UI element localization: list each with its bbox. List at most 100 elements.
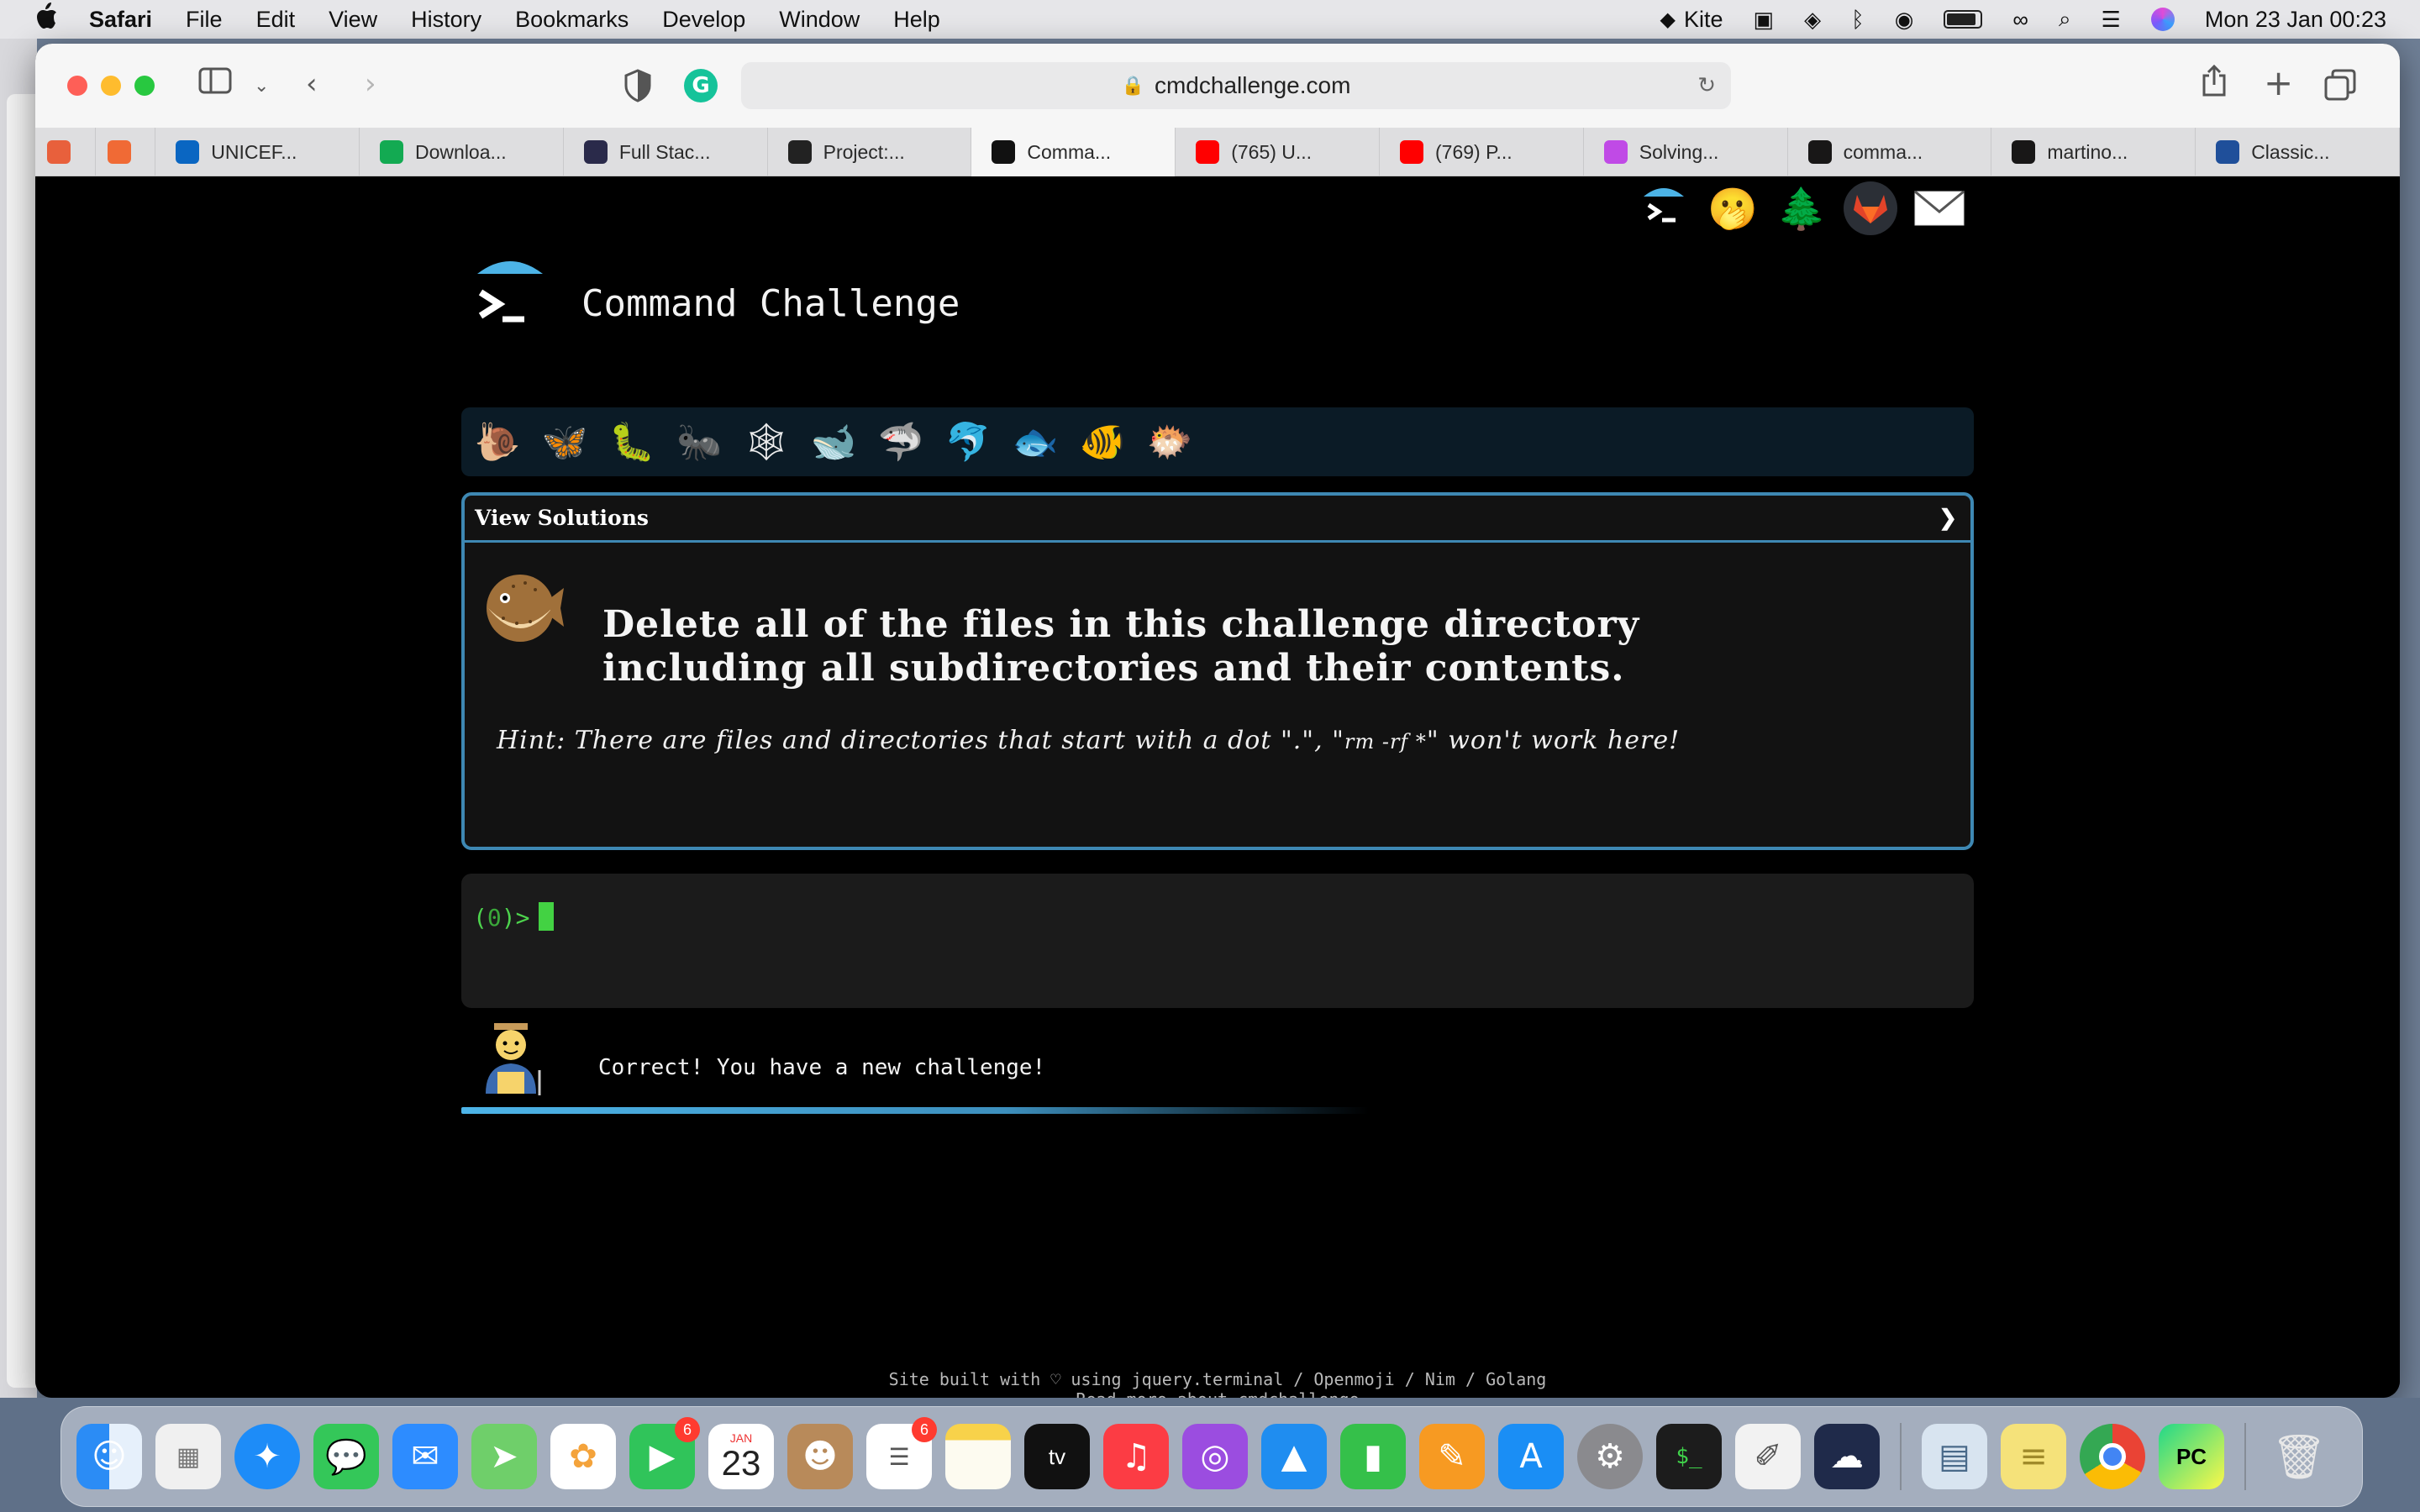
- pages-icon[interactable]: ✎: [1419, 1424, 1485, 1489]
- messages-icon[interactable]: 💬: [313, 1424, 379, 1489]
- share-icon[interactable]: [2202, 64, 2227, 105]
- user-account-icon[interactable]: ◉: [1895, 7, 1914, 33]
- photos-icon[interactable]: ✿: [550, 1424, 616, 1489]
- numbers-icon[interactable]: ▮: [1340, 1424, 1406, 1489]
- screen-share-icon[interactable]: ▣: [1754, 7, 1775, 33]
- fullscreen-window-button[interactable]: [134, 76, 155, 96]
- menu-help[interactable]: Help: [893, 7, 940, 33]
- pycharm-icon[interactable]: PC: [2159, 1424, 2224, 1489]
- browser-tab[interactable]: Full Stac...: [564, 128, 768, 176]
- contacts-icon[interactable]: ☻: [787, 1424, 853, 1489]
- browser-tab[interactable]: comma...: [1788, 128, 1992, 176]
- apple-menu-icon[interactable]: [34, 2, 64, 37]
- new-tab-icon[interactable]: +: [2264, 62, 2293, 103]
- bluetooth-icon[interactable]: ᛒ: [1851, 7, 1865, 33]
- menu-develop[interactable]: Develop: [662, 7, 745, 33]
- facetime-icon[interactable]: ▶ 6: [629, 1417, 700, 1489]
- stickies-icon[interactable]: ≡: [2001, 1424, 2066, 1489]
- ant-icon[interactable]: 🐜: [675, 417, 723, 466]
- back-button[interactable]: ‹: [306, 67, 318, 101]
- reminders-icon[interactable]: ☰ 6: [866, 1417, 937, 1489]
- view-solutions-toggle[interactable]: View Solutions ❯: [465, 496, 1970, 543]
- dolphin-icon[interactable]: 🐬: [944, 417, 992, 466]
- battery-icon[interactable]: [1944, 10, 1983, 29]
- browser-tab[interactable]: Solving...: [1584, 128, 1788, 176]
- tropical-fish-icon[interactable]: 🐠: [1078, 417, 1127, 466]
- chrome-icon[interactable]: [2080, 1424, 2145, 1489]
- spotlight-search-icon[interactable]: ⌕: [2059, 6, 2071, 33]
- browser-tab[interactable]: Project:...: [768, 128, 972, 176]
- shark-icon[interactable]: 🦈: [876, 417, 925, 466]
- pinned-tab[interactable]: [35, 128, 96, 176]
- privacy-shield-icon[interactable]: [623, 69, 652, 102]
- menu-bar: Safari File Edit View History Bookmarks …: [0, 0, 2420, 39]
- keynote-icon[interactable]: ▲: [1261, 1424, 1327, 1489]
- calendar-icon[interactable]: JAN 23: [708, 1424, 774, 1489]
- menu-edit[interactable]: Edit: [256, 7, 296, 33]
- browser-tab[interactable]: Downloa...: [360, 128, 564, 176]
- browser-tab[interactable]: martino...: [1991, 128, 2196, 176]
- footer-read-more-link[interactable]: Read more about cmdchallenge: [35, 1389, 2400, 1398]
- butterfly-icon[interactable]: 🦋: [540, 417, 589, 466]
- app-store-icon[interactable]: A: [1498, 1424, 1564, 1489]
- browser-tab[interactable]: (769) P...: [1380, 128, 1584, 176]
- cloud-terminal-icon[interactable]: ☁: [1814, 1424, 1880, 1489]
- siri-icon[interactable]: [2150, 8, 2175, 31]
- browser-tab[interactable]: Comma...: [971, 128, 1176, 176]
- menu-clock[interactable]: Mon 23 Jan 00:23: [2205, 7, 2386, 33]
- menu-window[interactable]: Window: [779, 7, 860, 33]
- link-icon[interactable]: ∞: [2012, 7, 2028, 33]
- cmdchallenge-home-icon[interactable]: [1637, 181, 1691, 235]
- reload-icon[interactable]: ↻: [1697, 72, 1716, 98]
- minimize-window-button[interactable]: [101, 76, 121, 96]
- whale-icon[interactable]: 🐋: [809, 417, 858, 466]
- menu-view[interactable]: View: [329, 7, 377, 33]
- close-window-button[interactable]: [67, 76, 87, 96]
- snail-icon[interactable]: 🐌: [473, 417, 522, 466]
- menu-app-safari[interactable]: Safari: [89, 7, 152, 33]
- spider-web-icon[interactable]: 🕸: [742, 417, 791, 466]
- pinned-tab[interactable]: [96, 128, 156, 176]
- menu-bookmarks[interactable]: Bookmarks: [515, 7, 629, 33]
- safari-icon[interactable]: ✦: [234, 1424, 300, 1489]
- terminal-input[interactable]: (0)>: [461, 874, 1974, 1008]
- system-preferences-icon[interactable]: ⚙: [1577, 1424, 1643, 1489]
- menu-history[interactable]: History: [411, 7, 481, 33]
- maps-icon[interactable]: ➤: [471, 1424, 537, 1489]
- layers-icon[interactable]: ◈: [1804, 7, 1821, 33]
- browser-tab[interactable]: (765) U...: [1176, 128, 1380, 176]
- gitlab-icon[interactable]: [1844, 181, 1897, 235]
- browser-tab[interactable]: Classic...: [2196, 128, 2400, 176]
- grammarly-extension-icon[interactable]: G: [684, 69, 718, 102]
- podcasts-icon[interactable]: ◎: [1182, 1424, 1248, 1489]
- script-editor-icon[interactable]: ✐: [1735, 1424, 1801, 1489]
- forward-button[interactable]: ›: [365, 67, 376, 101]
- mail-app-icon[interactable]: ✉: [392, 1424, 458, 1489]
- site-links: 🫢 🌲: [1637, 181, 1966, 235]
- oops-emoji-icon[interactable]: 🫢: [1706, 181, 1760, 235]
- fish-icon[interactable]: 🐟: [1011, 417, 1060, 466]
- tree-icon[interactable]: 🌲: [1775, 181, 1828, 235]
- notes-icon[interactable]: [945, 1424, 1011, 1489]
- caterpillar-icon[interactable]: 🐛: [608, 417, 656, 466]
- mail-icon[interactable]: [1912, 181, 1966, 235]
- hint-suffix: " won't work here!: [1426, 726, 1681, 755]
- tab-overview-icon[interactable]: [2324, 69, 2356, 108]
- trash-icon[interactable]: 🗑: [2266, 1424, 2332, 1489]
- kite-status-item[interactable]: ◆ Kite: [1660, 7, 1723, 33]
- music-icon[interactable]: ♫: [1103, 1424, 1169, 1489]
- finder-icon[interactable]: ☺: [76, 1424, 142, 1489]
- terminal-app-icon[interactable]: $_: [1656, 1424, 1722, 1489]
- sidebar-toggle-icon[interactable]: [198, 67, 232, 102]
- hint-prefix: Hint: There are files and directories th…: [497, 726, 1344, 755]
- tab-bar: UNICEF... Downloa... Full Stac... Project:.…: [35, 128, 2400, 176]
- browser-tab[interactable]: UNICEF...: [155, 128, 360, 176]
- control-center-icon[interactable]: ☰: [2102, 7, 2121, 33]
- apple-tv-icon[interactable]: tv: [1024, 1424, 1090, 1489]
- blowfish-icon[interactable]: 🐡: [1145, 417, 1194, 466]
- address-bar[interactable]: 🔒 cmdchallenge.com ↻: [741, 62, 1731, 109]
- launchpad-icon[interactable]: ▦: [155, 1424, 221, 1489]
- preview-icon[interactable]: ▤: [1922, 1424, 1987, 1489]
- chevron-down-icon[interactable]: ⌄: [254, 76, 269, 97]
- menu-file[interactable]: File: [186, 7, 223, 33]
